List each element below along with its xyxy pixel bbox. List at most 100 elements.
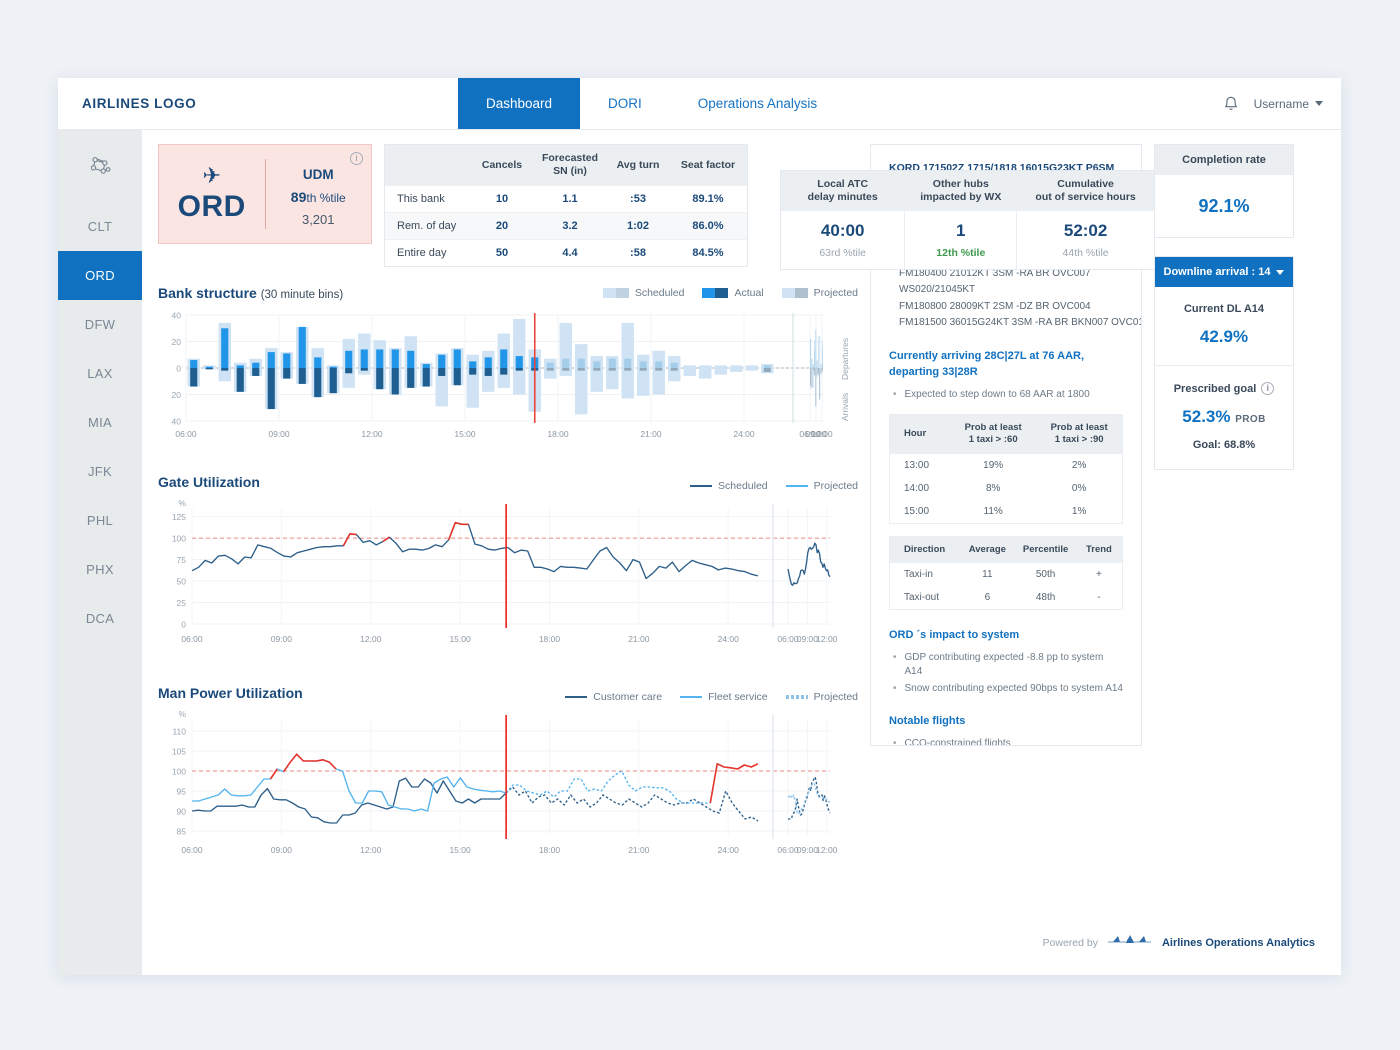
gate-utilization-panel: Gate Utilization Scheduled Projected 0 2… [158, 474, 858, 667]
table-row: 15:00 11% 1% [890, 500, 1123, 524]
legend-label: Projected [813, 287, 858, 300]
airplane-icon: ✈ [202, 162, 221, 188]
table-row: Entire day 50 4.4 :58 84.5% [385, 239, 747, 267]
info-icon[interactable]: i [1261, 382, 1275, 395]
legend-label: Scheduled [718, 480, 768, 493]
taxi-cell-hour: 14:00 [904, 482, 930, 494]
sidebar-item-ord[interactable]: ORD [58, 251, 142, 300]
completion-rate-value: 92.1% [1198, 195, 1250, 216]
table-row: 13:00 19% 2% [890, 454, 1123, 477]
man-power-chart[interactable]: 859095100105110%06:00 09:00 12:00 15:00 18:0… [158, 705, 858, 873]
bullet-icon: • [893, 388, 897, 400]
dir-cell-percentile: 48th [1035, 591, 1056, 603]
dir-cell-average: 6 [984, 591, 991, 603]
taf-line: FM180800 28009KT 2SM -DZ BR OVC004 [899, 300, 1091, 312]
legend-item-customer-care[interactable]: Customer care [565, 691, 662, 703]
svg-text:100: 100 [172, 534, 186, 544]
atc-body: 40:00 63rd %tile [781, 211, 904, 269]
stats-col-cancels: Cancels [471, 145, 533, 186]
legend-item-fleet-service[interactable]: Fleet service [680, 691, 768, 703]
svg-text:18:00: 18:00 [547, 429, 569, 439]
tab-dori[interactable]: DORI [580, 78, 670, 129]
sidebar-item-jfk[interactable]: JFK [58, 447, 142, 496]
svg-text:06:00: 06:00 [181, 634, 203, 644]
chart-title-text: Bank structure [158, 285, 257, 302]
legend-item-scheduled[interactable]: Scheduled [690, 480, 768, 492]
bank-structure-chart[interactable]: 40 20 0 20 40 06:00 09:00 12:00 15:00 18:00 21:00 2… [158, 303, 858, 451]
atc-body: 1 12th %tile [905, 211, 1016, 269]
svg-text:09:00: 09:00 [797, 845, 819, 855]
prescribed-goal-value: 52.3% PROB [1163, 407, 1285, 427]
taxi-probability-table: Hour Prob at least 1 taxi > :60 Prob at l… [889, 413, 1123, 524]
legend-item-projected[interactable]: Projected [781, 287, 858, 300]
sidebar-item-phx[interactable]: PHX [58, 545, 142, 594]
sidebar-item-clt[interactable]: CLT [58, 202, 142, 251]
bell-icon[interactable] [1222, 95, 1240, 113]
stats-cell-cancels: 50 [471, 239, 533, 267]
main-nav-tabs: Dashboard DORI Operations Analysis [458, 78, 845, 129]
airport-identity: ✈ ORD [159, 145, 265, 243]
top-bar-right: Username [1222, 78, 1323, 129]
sidebar-item-mia[interactable]: MIA [58, 398, 142, 447]
stats-cell-avg-turn: :53 [607, 185, 669, 213]
completion-rate-title: Completion rate [1155, 145, 1293, 175]
legend-label: Scheduled [634, 287, 685, 300]
taxi-col-p90: Prob at least 1 taxi > :90 [1036, 414, 1123, 454]
legend-item-actual[interactable]: Actual [702, 287, 764, 299]
bullet-text: CCO-constrained flights [904, 737, 1011, 746]
dir-cell-direction: Taxi-out [904, 591, 940, 603]
svg-text:%: % [178, 498, 186, 508]
sidebar-item-dca[interactable]: DCA [58, 594, 142, 643]
legend-label: Customer care [593, 691, 663, 704]
stats-cell-avg-turn: 1:02 [607, 212, 669, 240]
bank-structure-header: Bank structure (30 minute bins) Schedule… [158, 285, 858, 301]
svg-text:06:00: 06:00 [777, 845, 799, 855]
dir-cell-trend: - [1097, 591, 1101, 603]
bank-structure-legend: Scheduled Actual Projected [602, 287, 858, 300]
svg-text:15:00: 15:00 [449, 634, 471, 644]
svg-text:12:00: 12:00 [816, 634, 838, 644]
bullet-icon: • [893, 737, 897, 746]
legend-item-scheduled[interactable]: Scheduled [602, 287, 685, 300]
atc-title: Local ATC delay minutes [781, 171, 905, 212]
svg-text:06:00: 06:00 [181, 845, 203, 855]
taxi-cell-p90: 2% [1071, 459, 1087, 471]
taxi-cell-p60: 19% [983, 459, 1004, 471]
username-menu[interactable]: Username [1254, 97, 1323, 111]
info-icon[interactable]: i [350, 152, 363, 165]
gate-utilization-chart[interactable]: 0255075100125%06:00 09:00 12:00 15:00 18:00 2… [158, 494, 858, 662]
stats-col-seat-factor: Seat factor [669, 145, 747, 186]
table-row: Taxi-in 11 50th + [890, 563, 1123, 586]
sidebar-item-dfw[interactable]: DFW [58, 300, 142, 349]
downline-arrival-selector[interactable]: Downline arrival : 14 [1155, 257, 1293, 287]
bank-structure-title: Bank structure (30 minute bins) [158, 285, 343, 301]
svg-text:09:00: 09:00 [797, 634, 819, 644]
legend-line-fleet-service [680, 696, 703, 699]
tab-operations-analysis[interactable]: Operations Analysis [670, 78, 845, 129]
sidebar-item-lax[interactable]: LAX [58, 349, 142, 398]
current-dl-value: 42.9% [1199, 327, 1249, 346]
aoa-logo-icon [1107, 933, 1153, 953]
footer: Powered by Airlines Operations Analytics [1043, 933, 1315, 953]
stats-cell-cancels: 20 [471, 212, 533, 240]
table-row: Rem. of day 20 3.2 1:02 86.0% [385, 212, 747, 240]
sidebar-item-phl[interactable]: PHL [58, 496, 142, 545]
stats-col-forecasted-sn: Forecasted SN (in) [533, 145, 607, 186]
table-row: 14:00 8% 0% [890, 477, 1123, 500]
legend-item-projected[interactable]: Projected [785, 691, 858, 703]
taxi-direction-table: Direction Average Percentile Trend Taxi-… [889, 535, 1123, 610]
impact-bullet: • GDP contributing expected -8.8 pp to s… [889, 651, 1123, 679]
downline-arrival-label: Downline arrival : 14 [1163, 266, 1271, 278]
airport-code: ORD [177, 189, 246, 223]
tab-dashboard[interactable]: Dashboard [458, 78, 581, 129]
current-dl-label: Current DL A14 [1183, 303, 1265, 315]
atc-card-other-hubs: Other hubs impacted by WX 1 12th %tile [905, 171, 1018, 269]
legend-item-projected[interactable]: Projected [785, 480, 858, 492]
bullet-text: Expected to step down to 68 AAR at 1800 [904, 388, 1090, 400]
svg-text:24:00: 24:00 [733, 429, 755, 439]
svg-text:0: 0 [181, 620, 186, 630]
gate-utilization-header: Gate Utilization Scheduled Projected [158, 474, 858, 492]
atc-subtext: 44th %tile [1062, 247, 1109, 260]
network-graph-icon[interactable] [58, 144, 142, 202]
stats-cell-seat-factor: 84.5% [669, 239, 747, 267]
